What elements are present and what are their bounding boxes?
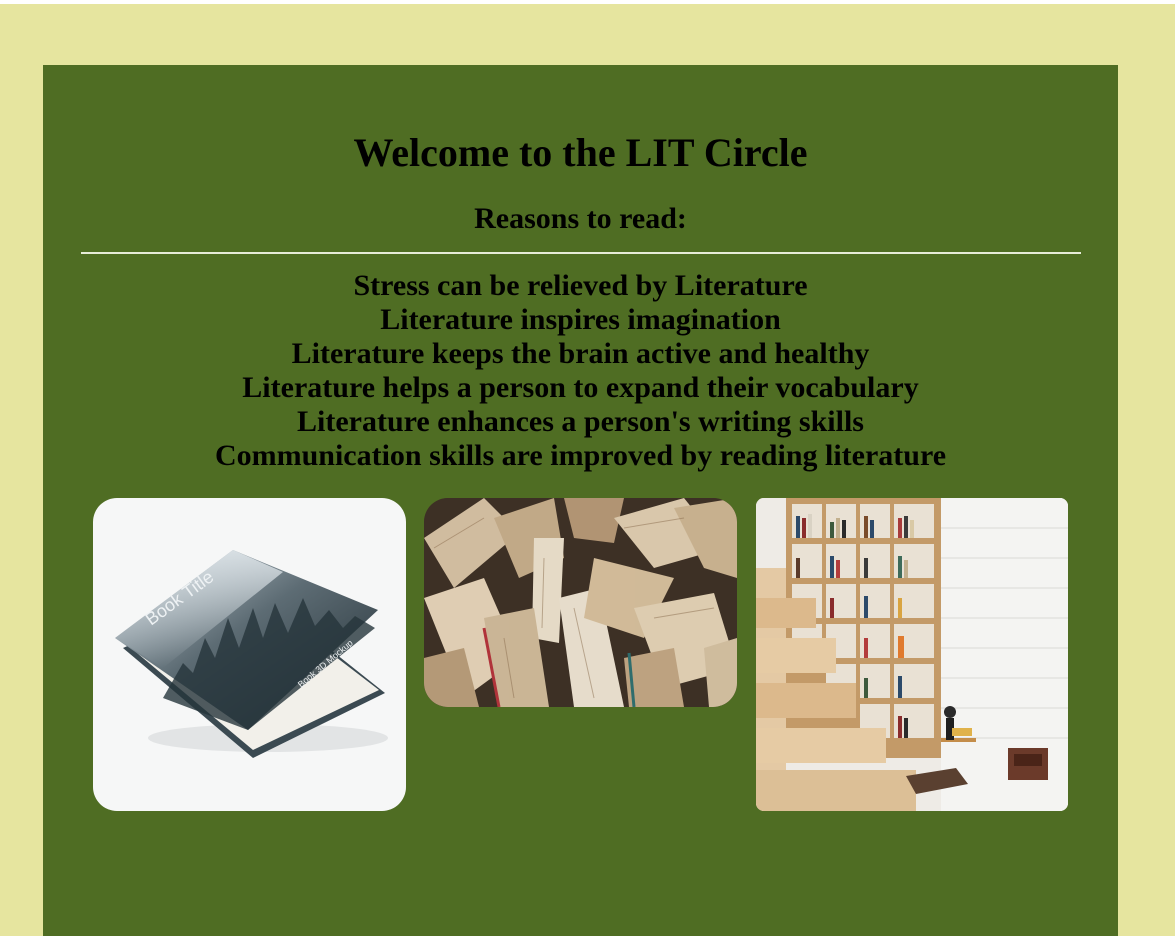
divider — [81, 252, 1081, 254]
main-panel: Welcome to the LIT Circle Reasons to rea… — [43, 65, 1118, 936]
page-title: Welcome to the LIT Circle — [353, 130, 808, 175]
reason-item: Stress can be relieved by Literature — [353, 269, 808, 302]
reasons-list: Stress can be relieved by Literature Lit… — [43, 269, 1118, 473]
reason-item: Literature inspires imagination — [380, 303, 781, 336]
top-border — [0, 0, 1175, 4]
open-books-image — [424, 498, 737, 707]
reasons-heading: Reasons to read: — [474, 202, 687, 235]
reason-item: Literature enhances a person's writing s… — [297, 405, 864, 438]
reason-item: Literature keeps the brain active and he… — [291, 337, 870, 370]
library-stairs-image — [756, 498, 1068, 811]
book-mockup-image: Book Title Book 3D Mockup — [93, 498, 406, 811]
reason-item: Literature helps a person to expand thei… — [242, 371, 919, 404]
reason-item: Communication skills are improved by rea… — [214, 439, 947, 472]
